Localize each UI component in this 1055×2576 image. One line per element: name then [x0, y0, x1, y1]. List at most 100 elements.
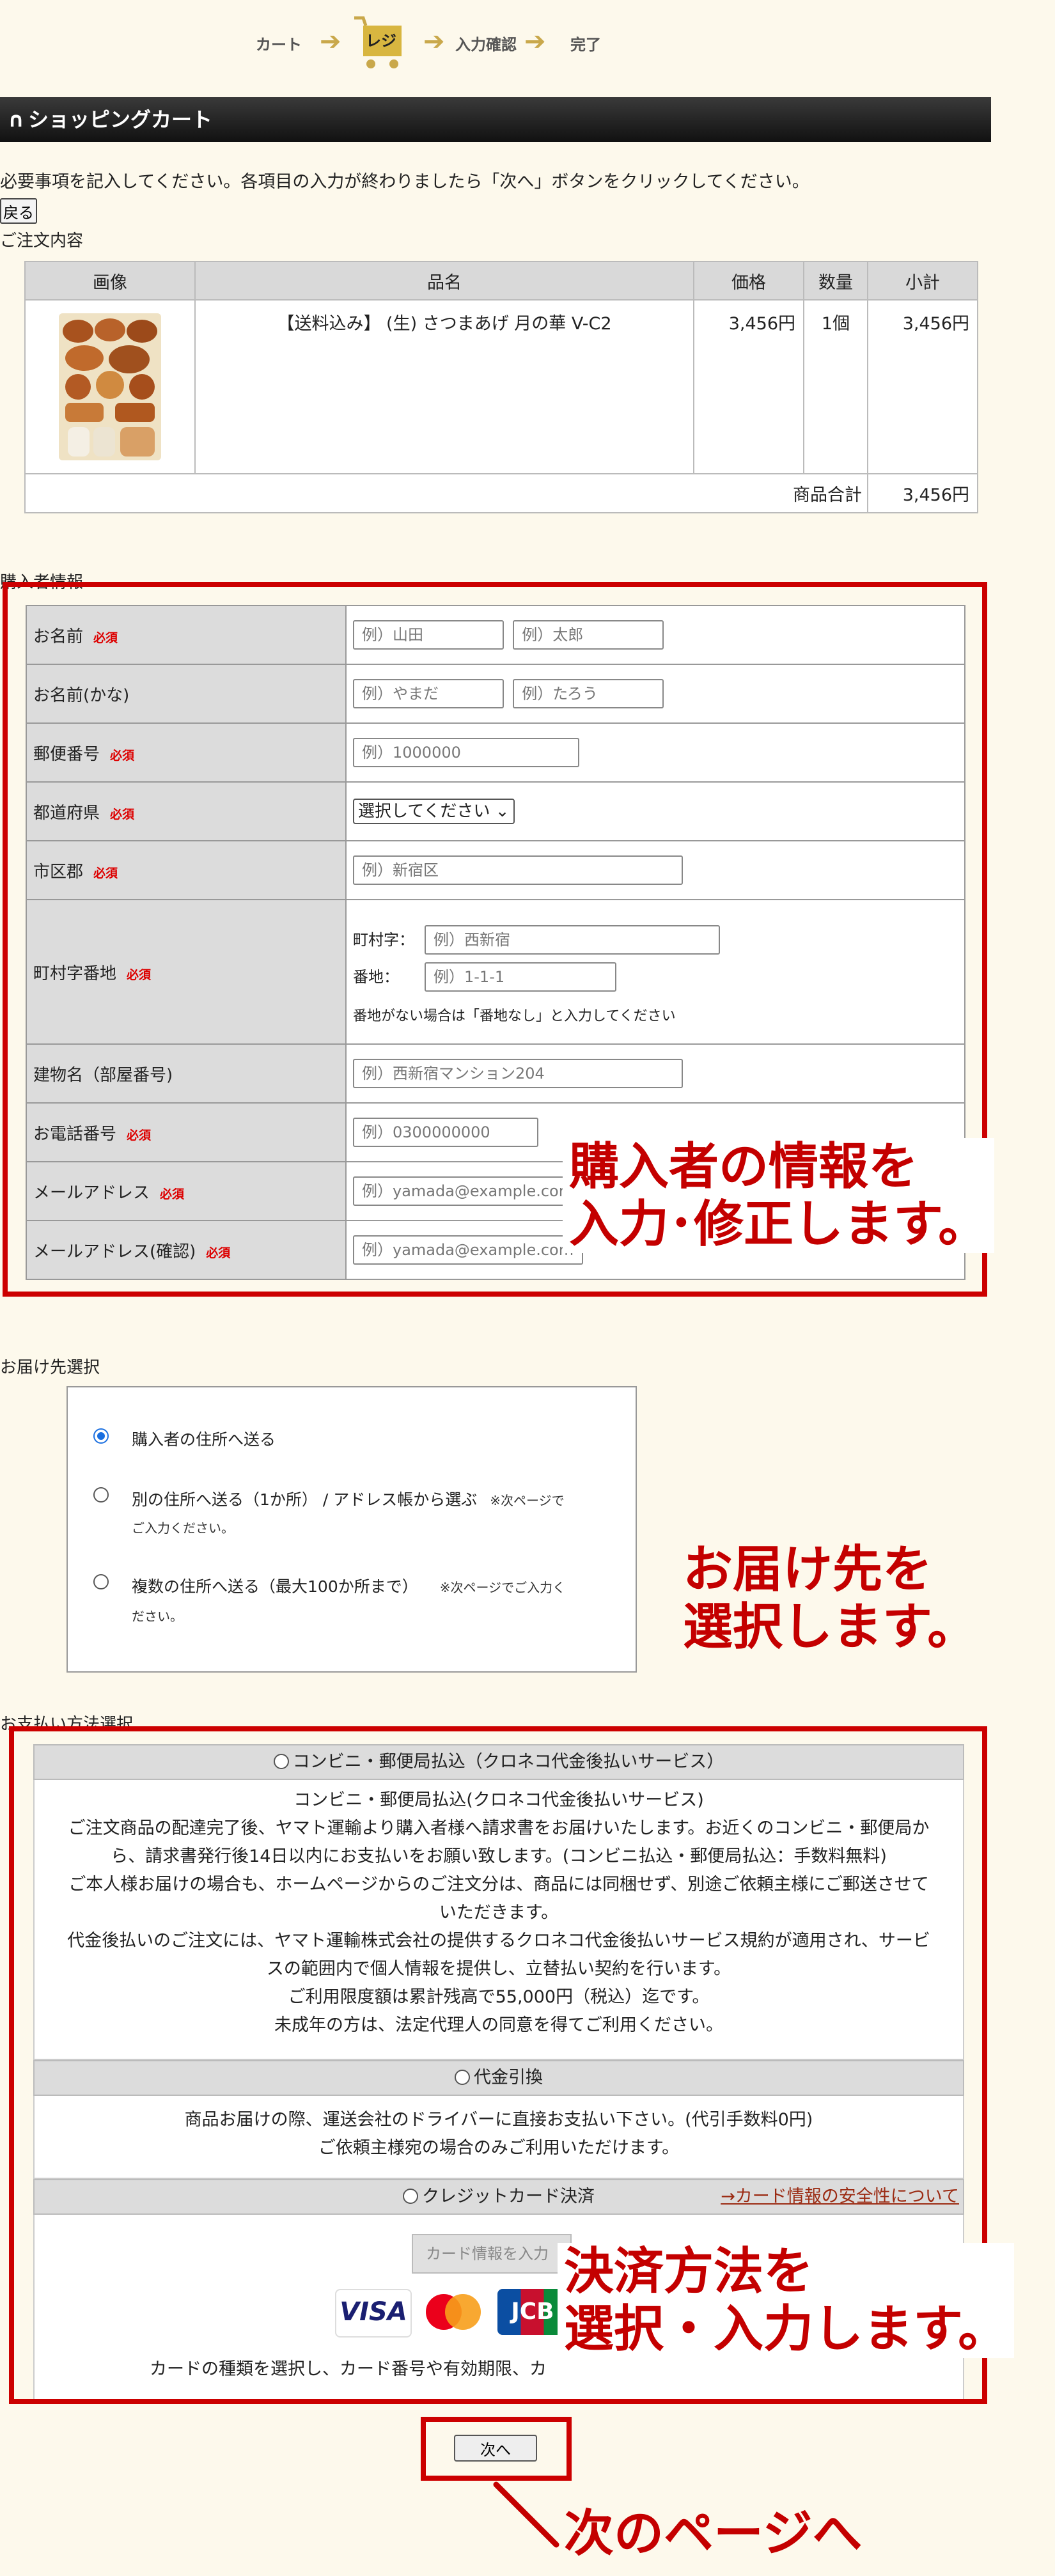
payment-credit-header[interactable]: クレジットカード決済 →カード情報の安全性について	[33, 2179, 964, 2215]
column-header: 画像	[24, 261, 196, 301]
banchi-sub-label: 番地：	[353, 967, 399, 986]
card-input-button[interactable]: カード情報を入力	[412, 2234, 572, 2274]
headset-icon: ∩	[8, 107, 24, 132]
visa-card-logo: VISA	[335, 2289, 412, 2338]
delivery-option-multiple-note: ださい。	[132, 1609, 183, 1624]
prefecture-select[interactable]: 選択してください ⌄	[353, 799, 515, 824]
last-name-input[interactable]: 例）山田	[353, 620, 504, 650]
first-name-kana-input[interactable]: 例）たろう	[513, 679, 664, 708]
step-arrow-icon: ➔	[524, 27, 546, 56]
total-value: 3,456円	[867, 473, 978, 513]
form-row-city: 市区郡 必須 例）新宿区	[26, 840, 965, 900]
form-row-building: 建物名（部屋番号) 例）西新宿マンション204	[26, 1043, 965, 1104]
payment-radio-credit[interactable]	[403, 2189, 418, 2204]
order-table: 画像 品名 価格 数量 小計 【送料込み】 (生) さつまあげ 月の華 V-C2…	[24, 261, 978, 513]
town-label: 町村字番地	[33, 964, 117, 983]
delivery-radio-multiple[interactable]	[93, 1574, 109, 1589]
table-row: 【送料込み】 (生) さつまあげ 月の華 V-C2 3,456円 1個 3,45…	[24, 299, 978, 474]
delivery-radio-buyer[interactable]	[93, 1428, 109, 1444]
name-label: お名前	[33, 627, 84, 646]
step-confirm: 入力確認	[455, 36, 517, 54]
delivery-annotation: お届け先を 選択します。	[683, 1541, 978, 1656]
tel-label: お電話番号	[33, 1124, 117, 1144]
card-security-link[interactable]: →カード情報の安全性について	[721, 2180, 959, 2213]
required-badge: 必須	[127, 1128, 152, 1143]
page-title: ショッピングカート	[27, 107, 212, 132]
product-qty: 1個	[803, 299, 868, 474]
column-header: 価格	[693, 261, 804, 301]
table-header-row: 画像 品名 価格 数量 小計	[24, 261, 978, 301]
payment-cod-body: 商品お届けの際、運送会社のドライバーに直接お支払い下さい。(代引手数料0円) ご…	[33, 2096, 964, 2179]
payment-radio-conv[interactable]	[273, 1754, 289, 1769]
kana-label: お名前(かな)	[33, 685, 130, 705]
mastercard-icon	[426, 2294, 481, 2330]
product-image-cell	[24, 299, 196, 474]
next-button[interactable]: 次へ	[454, 2435, 537, 2462]
column-header: 品名	[194, 261, 694, 301]
next-annotation: 次のページへ	[564, 2505, 863, 2563]
town-input[interactable]: 例）西新宿	[425, 925, 720, 955]
product-subtotal: 3,456円	[867, 299, 978, 474]
payment-conv-header[interactable]: コンビニ・郵便局払込（クロネコ代金後払いサービス）	[33, 1744, 964, 1780]
step-cart: カート	[256, 36, 302, 54]
form-row-zip: 郵便番号 必須 例）1000000	[26, 722, 965, 783]
payment-cod-header[interactable]: 代金引換	[33, 2060, 964, 2096]
zip-label: 郵便番号	[33, 744, 100, 764]
pointer-line-icon	[493, 2481, 559, 2548]
total-label: 商品合計	[24, 473, 868, 513]
payment-conv-body: コンビニ・郵便局払込(クロネコ代金後払いサービス) ご注文商品の配達完了後、ヤマ…	[33, 1780, 964, 2060]
tel-input[interactable]: 例）0300000000	[353, 1118, 538, 1147]
required-badge: 必須	[206, 1245, 231, 1260]
required-badge: 必須	[127, 967, 152, 982]
required-badge: 必須	[93, 630, 118, 645]
required-badge: 必須	[93, 866, 118, 880]
chevron-down-icon: ⌄	[495, 802, 510, 821]
required-badge: 必須	[160, 1187, 185, 1201]
building-input[interactable]: 例）西新宿マンション204	[353, 1059, 683, 1088]
delivery-option-multiple: 複数の住所へ送る（最大100か所まで） ※次ページでご入力く	[132, 1577, 566, 1596]
zip-input[interactable]: 例）1000000	[353, 738, 579, 767]
building-label: 建物名（部屋番号)	[33, 1065, 173, 1085]
banchi-input[interactable]: 例）1-1-1	[425, 962, 616, 992]
mail-label: メールアドレス	[33, 1183, 150, 1203]
product-price: 3,456円	[693, 299, 804, 474]
mail-confirm-label: メールアドレス(確認)	[33, 1242, 196, 1261]
column-header: 小計	[867, 261, 978, 301]
required-badge: 必須	[110, 748, 135, 763]
buyer-annotation: 購入者の情報を 入力･修正します。	[563, 1138, 995, 1253]
progress-steps: カート ➔ レジ ➔ 入力確認 ➔ 完了	[256, 13, 614, 70]
back-button[interactable]: 戻る	[0, 198, 37, 224]
product-image[interactable]	[59, 313, 161, 460]
payment-annotation: 決済方法を 選択・入力します。	[558, 2243, 1015, 2358]
form-row-name: お名前 必須 例）山田 例）太郎	[26, 605, 965, 665]
card-note: カードの種類を選択し、カード番号や有効期限、カ	[150, 2359, 547, 2379]
total-row: 商品合計 3,456円	[24, 473, 978, 513]
step-register-label: レジ	[366, 29, 396, 52]
first-name-input[interactable]: 例）太郎	[513, 620, 664, 650]
pref-label: 都道府県	[33, 803, 100, 823]
order-section-label: ご注文内容	[0, 231, 84, 251]
form-row-kana: お名前(かな) 例）やまだ 例）たろう	[26, 664, 965, 724]
step-arrow-icon: ➔	[423, 27, 445, 56]
required-badge: 必須	[110, 807, 135, 822]
delivery-radio-other[interactable]	[93, 1487, 109, 1503]
form-row-town: 町村字番地 必須 町村字： 例）西新宿 番地： 例）1-1-1 番地がない場合は「番地…	[26, 899, 965, 1045]
mail-input[interactable]: 例）yamada@example.com	[353, 1176, 583, 1206]
city-input[interactable]: 例）新宿区	[353, 855, 683, 885]
step-arrow-icon: ➔	[320, 27, 341, 56]
delivery-option-other: 別の住所へ送る（1か所） / アドレス帳から選ぶ ※次ページで	[132, 1490, 565, 1509]
town-sub-label: 町村字：	[353, 930, 414, 949]
city-label: 市区郡	[33, 862, 84, 882]
banchi-note: 番地がない場合は「番地なし」と入力してください	[353, 1008, 676, 1024]
payment-radio-cod[interactable]	[455, 2070, 470, 2085]
step-complete: 完了	[570, 36, 601, 54]
last-name-kana-input[interactable]: 例）やまだ	[353, 679, 504, 708]
intro-text: 必要事項を記入してください。各項目の入力が終わりましたら「次へ」ボタンをクリック…	[0, 172, 809, 192]
delivery-option-buyer: 購入者の住所へ送る	[132, 1430, 276, 1449]
column-header: 数量	[803, 261, 868, 301]
form-row-pref: 都道府県 必須 選択してください ⌄	[26, 781, 965, 841]
mastercard-logo	[418, 2289, 488, 2335]
product-name: 【送料込み】 (生) さつまあげ 月の華 V-C2	[194, 299, 694, 474]
delivery-option-other-note: ご入力ください。	[132, 1520, 234, 1536]
mail-confirm-input[interactable]: 例）yamada@example.com	[353, 1235, 583, 1265]
